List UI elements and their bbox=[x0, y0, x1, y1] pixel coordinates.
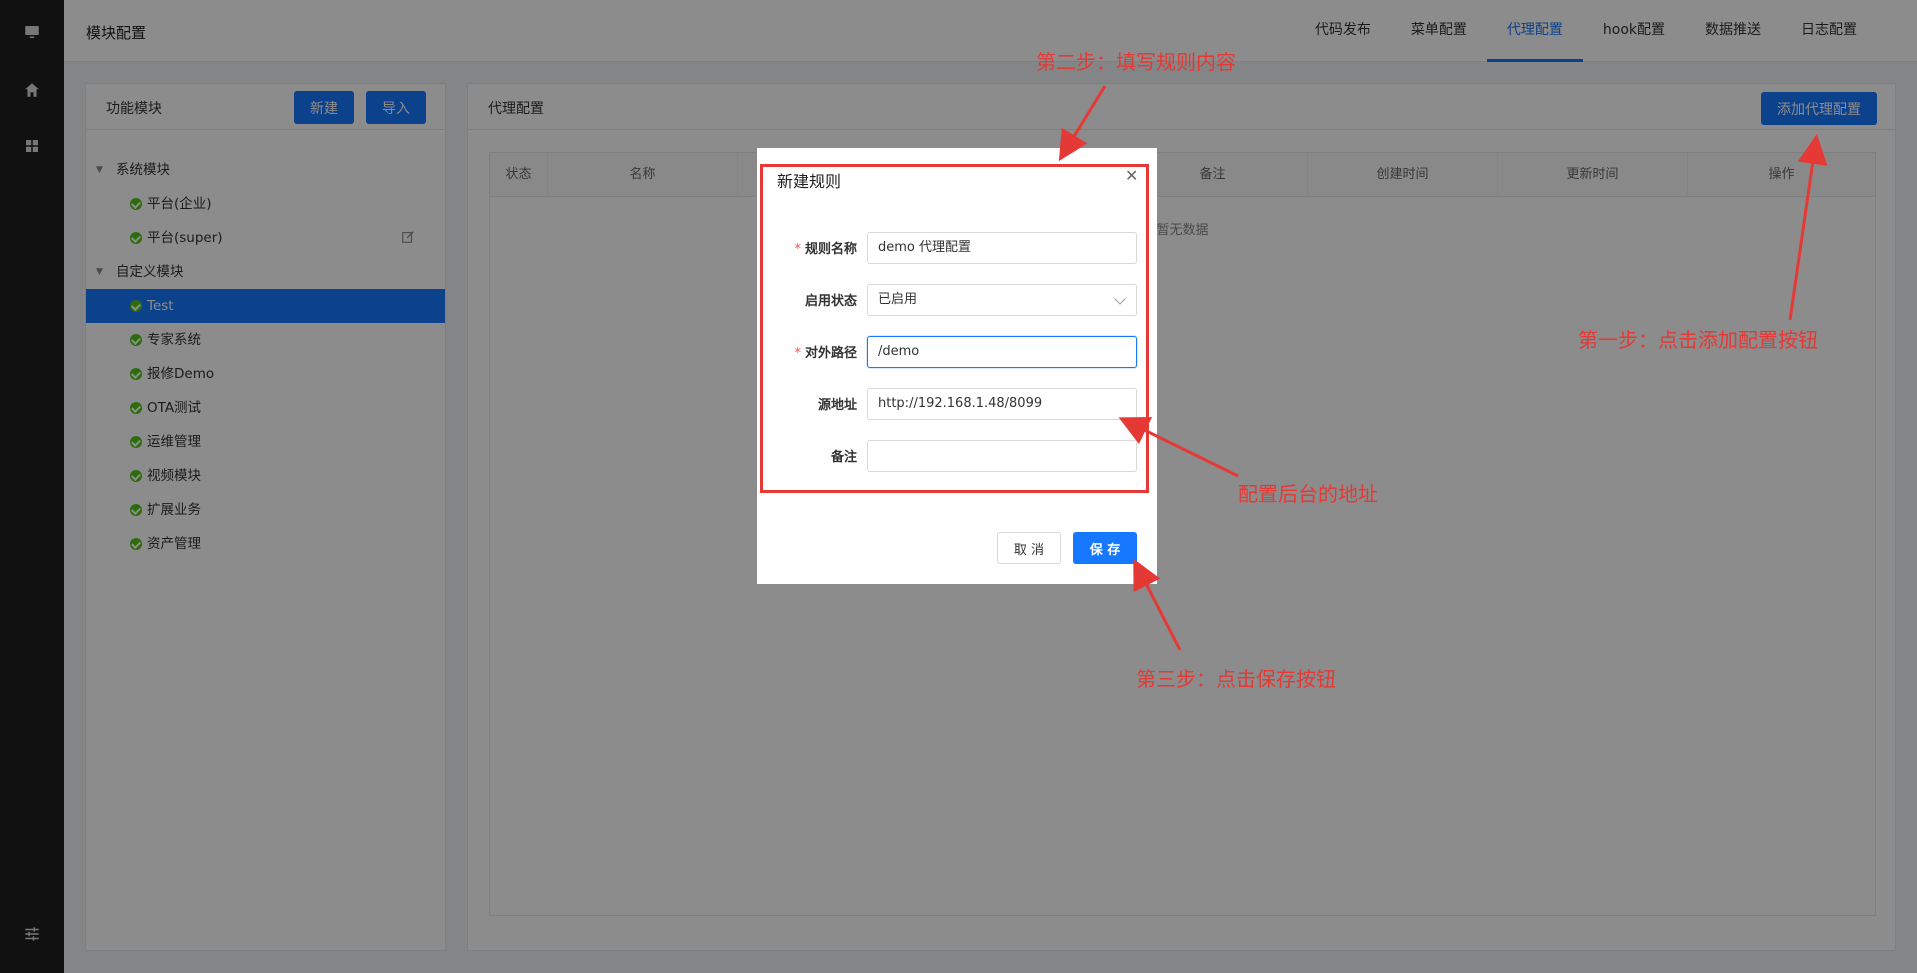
form-row-external-path: * 对外路径 /demo bbox=[757, 336, 1157, 368]
close-icon[interactable]: ✕ bbox=[1125, 168, 1141, 184]
form-row-status: 启用状态 已启用 bbox=[757, 284, 1157, 316]
annotation-step3: 第三步：点击保存按钮 bbox=[1136, 667, 1336, 691]
field-label: 源地址 bbox=[817, 398, 857, 413]
external-path-input[interactable]: /demo bbox=[867, 336, 1137, 368]
rule-name-input[interactable]: demo 代理配置 bbox=[867, 232, 1137, 264]
field-label: * 规则名称 bbox=[794, 242, 857, 257]
remark-input[interactable] bbox=[867, 440, 1137, 472]
status-select-value: 已启用 bbox=[878, 292, 918, 307]
form-row-rule-name: * 规则名称 demo 代理配置 bbox=[757, 232, 1157, 264]
source-address-input[interactable]: http://192.168.1.48/8099 bbox=[867, 388, 1137, 420]
chevron-down-icon bbox=[1114, 293, 1126, 305]
annotation-step1: 第一步：点击添加配置按钮 bbox=[1578, 328, 1818, 352]
cancel-button[interactable]: 取 消 bbox=[997, 532, 1061, 564]
form-row-source-address: 源地址 http://192.168.1.48/8099 bbox=[757, 388, 1157, 420]
field-label: 启用状态 bbox=[804, 294, 857, 309]
annotation-source-address: 配置后台的地址 bbox=[1238, 482, 1378, 506]
field-label: 备注 bbox=[830, 450, 857, 465]
save-button[interactable]: 保 存 bbox=[1073, 532, 1137, 564]
annotation-step2: 第二步：填写规则内容 bbox=[1036, 50, 1236, 74]
new-rule-dialog: 新建规则 ✕ * 规则名称 demo 代理配置 启用状态 已启用 * 对外路径 /d… bbox=[757, 148, 1157, 584]
field-label: * 对外路径 bbox=[794, 346, 857, 361]
status-select[interactable]: 已启用 bbox=[867, 284, 1137, 316]
dialog-title: 新建规则 bbox=[777, 172, 842, 191]
form-row-remark: 备注 bbox=[757, 440, 1157, 472]
